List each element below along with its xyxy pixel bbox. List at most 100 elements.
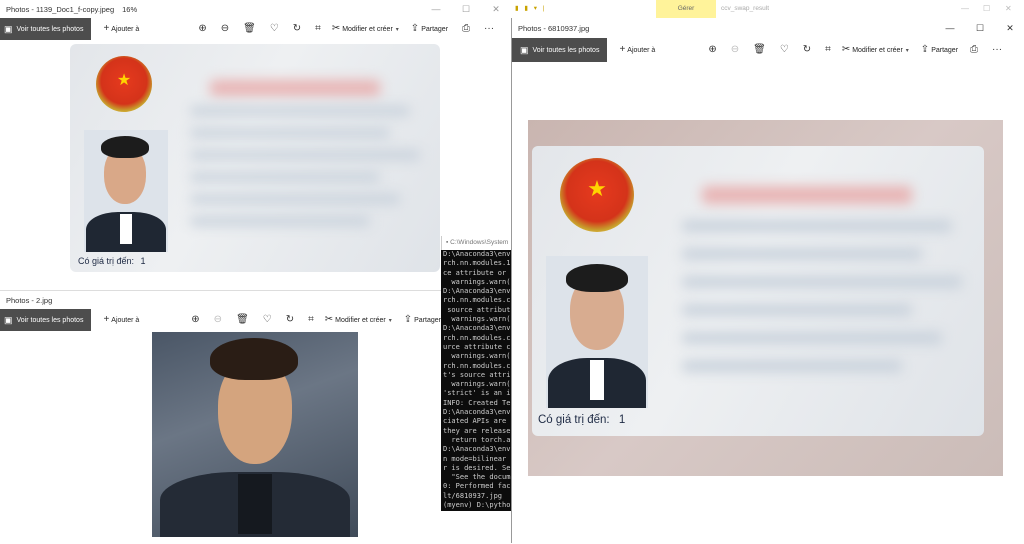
favorite-heart-icon[interactable]: ♡ <box>270 24 279 34</box>
edit-wand-icon: ✂ <box>324 314 334 325</box>
photos-window-bottom-left: Photos - 2.jpg ▣ Voir toutes les photos … <box>0 290 441 544</box>
minimize-icon[interactable]: — <box>935 19 965 37</box>
view-all-photos-label: Voir toutes les photos <box>532 46 600 54</box>
console-line: D:\Anaconda3\env <box>443 250 511 258</box>
view-all-photos-button[interactable]: ▣ Voir toutes les photos <box>0 309 92 331</box>
photos-toolbar: ▣ Voir toutes les photos + Ajouter à ⊕ ⊖ … <box>0 309 441 331</box>
validity-label: Có giá trị đến: <box>538 414 610 426</box>
id-card-image: ★ Có giá trị đến: 1 <box>70 44 440 272</box>
card-text-blurred <box>682 276 962 288</box>
card-header-blurred <box>702 186 912 204</box>
view-all-photos-label: Voir toutes les photos <box>16 25 84 33</box>
share-button[interactable]: ⇪ Partager <box>402 315 441 325</box>
console-line: rch.nn.modules.c <box>443 333 511 342</box>
card-text-blurred <box>682 304 912 316</box>
photos-toolbar: ▣ Voir toutes les photos + Ajouter à ⊕ ⊖ … <box>512 38 1024 62</box>
card-text-blurred <box>190 216 370 226</box>
crop-icon[interactable]: ⌗ <box>825 45 831 55</box>
photos-toolbar: ▣ Voir toutes les photos + Ajouter à ⊕ ⊖ … <box>0 18 511 40</box>
minimize-icon[interactable]: — <box>961 0 969 18</box>
zoom-in-icon[interactable]: ⊕ <box>191 315 199 325</box>
console-title[interactable]: ▪ C:\Windows\System <box>441 236 511 250</box>
console-line: ciated APIs are <box>443 417 507 426</box>
console-line: t's source attri <box>443 370 511 379</box>
manage-tab[interactable]: Gérer <box>656 0 716 18</box>
share-button[interactable]: ⇪ Partager <box>409 24 448 34</box>
chevron-down-icon: ▾ <box>388 317 392 324</box>
card-text-blurred <box>190 106 410 116</box>
portrait-photo <box>84 130 168 252</box>
console-line: lt/6810937.jpg <box>443 491 503 500</box>
print-icon[interactable]: ⎙ <box>970 45 978 55</box>
delete-icon[interactable]: 🗑 <box>243 24 256 34</box>
add-to-button[interactable]: + Ajouter à <box>101 24 139 34</box>
edit-create-label: Modifier et créer <box>852 46 903 54</box>
window-title: Photos - 2.jpg <box>6 295 53 305</box>
share-label: Partager <box>421 25 449 33</box>
console-line: rch.nn.modules.c <box>443 296 511 305</box>
close-icon[interactable]: ✕ <box>995 19 1024 37</box>
photos-window-right: Photos - 6810937.jpg — ☐ ✕ ▣ Voir toutes… <box>511 18 1024 543</box>
card-text-blurred <box>190 172 380 182</box>
more-options-icon[interactable]: ··· <box>992 45 1002 55</box>
share-button[interactable]: ⇪ Partager <box>919 45 958 55</box>
maximize-icon[interactable]: ☐ <box>965 19 995 37</box>
console-line: INFO: Created Te <box>443 398 511 407</box>
view-all-photos-button[interactable]: ▣ Voir toutes les photos <box>0 18 92 40</box>
console-output: D:\Anaconda3\env rch.nn.modules.1 ce attri… <box>441 250 511 510</box>
window-titlebar[interactable]: Photos - 2.jpg <box>0 291 441 309</box>
delete-icon[interactable]: 🗑 <box>753 45 766 55</box>
console-line: D:\Anaconda3\env <box>443 324 511 333</box>
console-window: ▪ C:\Windows\System D:\Anaconda3\env rch.… <box>441 236 511 511</box>
card-validity: Có giá trị đến: 1 <box>78 256 146 266</box>
favorite-heart-icon[interactable]: ♡ <box>780 45 789 55</box>
folder-quick-access-icons[interactable]: ▮ ▮ ▾ | <box>515 0 547 18</box>
console-line: they are release <box>443 426 511 435</box>
crop-icon[interactable]: ⌗ <box>308 315 314 325</box>
window-title: Photos - 1139_Doc1_f-copy.jpeg <box>6 4 115 14</box>
plus-icon: + <box>103 314 110 325</box>
rotate-icon[interactable]: ↻ <box>293 24 301 34</box>
favorite-heart-icon[interactable]: ♡ <box>263 315 272 325</box>
view-all-photos-button[interactable]: ▣ Voir toutes les photos <box>512 38 608 62</box>
console-line: warnings.warn( <box>443 277 511 286</box>
more-options-icon[interactable]: ··· <box>484 24 494 34</box>
zoom-in-icon[interactable]: ⊕ <box>708 45 716 55</box>
zoom-out-icon[interactable]: ⊖ <box>214 315 222 325</box>
console-line: return torch.a <box>443 435 511 444</box>
window-titlebar[interactable]: Photos - 6810937.jpg — ☐ ✕ <box>512 18 1024 38</box>
console-line: warnings.warn( <box>443 380 511 389</box>
delete-icon[interactable]: 🗑 <box>236 315 249 325</box>
window-titlebar[interactable]: Photos - 1139_Doc1_f-copy.jpeg 16% — ☐ ✕ <box>0 0 511 18</box>
minimize-icon[interactable]: — <box>421 0 451 18</box>
zoom-in-icon[interactable]: ⊕ <box>198 24 206 34</box>
console-line: source attribut <box>443 305 511 314</box>
card-text-blurred <box>190 194 400 204</box>
zoom-out-icon[interactable]: ⊖ <box>731 45 739 55</box>
maximize-icon[interactable]: ☐ <box>451 0 481 18</box>
share-icon: ⇪ <box>410 23 420 34</box>
card-text-blurred <box>682 360 902 372</box>
console-line: D:\Anaconda3\env <box>443 408 511 417</box>
add-to-button[interactable]: + Ajouter à <box>617 45 655 55</box>
add-to-label: Ajouter à <box>111 316 140 324</box>
rotate-icon[interactable]: ↻ <box>286 315 294 325</box>
maximize-icon[interactable]: ☐ <box>983 0 990 18</box>
add-to-button[interactable]: + Ajouter à <box>101 315 139 325</box>
rotate-icon[interactable]: ↻ <box>803 45 811 55</box>
print-icon[interactable]: ⎙ <box>462 24 470 34</box>
close-icon[interactable]: ✕ <box>1005 0 1012 18</box>
console-line: r is desired. Se <box>443 463 511 472</box>
console-line: (myenv) D:\pytho <box>443 501 511 510</box>
crop-icon[interactable]: ⌗ <box>315 24 321 34</box>
zoom-out-icon[interactable]: ⊖ <box>221 24 229 34</box>
console-line: "See the docum <box>443 473 511 482</box>
close-icon[interactable]: ✕ <box>481 0 511 18</box>
share-label: Partager <box>931 46 959 54</box>
validity-label: Có giá trị đến: <box>78 256 135 266</box>
edit-create-label: Modifier et créer <box>335 316 386 324</box>
edit-create-button[interactable]: ✂ Modifier et créer ▾ <box>323 315 392 325</box>
window-title: Photos - 6810937.jpg <box>518 23 590 33</box>
edit-create-button[interactable]: ✂ Modifier et créer ▾ <box>330 24 399 34</box>
edit-create-button[interactable]: ✂ Modifier et créer ▾ <box>840 45 909 55</box>
